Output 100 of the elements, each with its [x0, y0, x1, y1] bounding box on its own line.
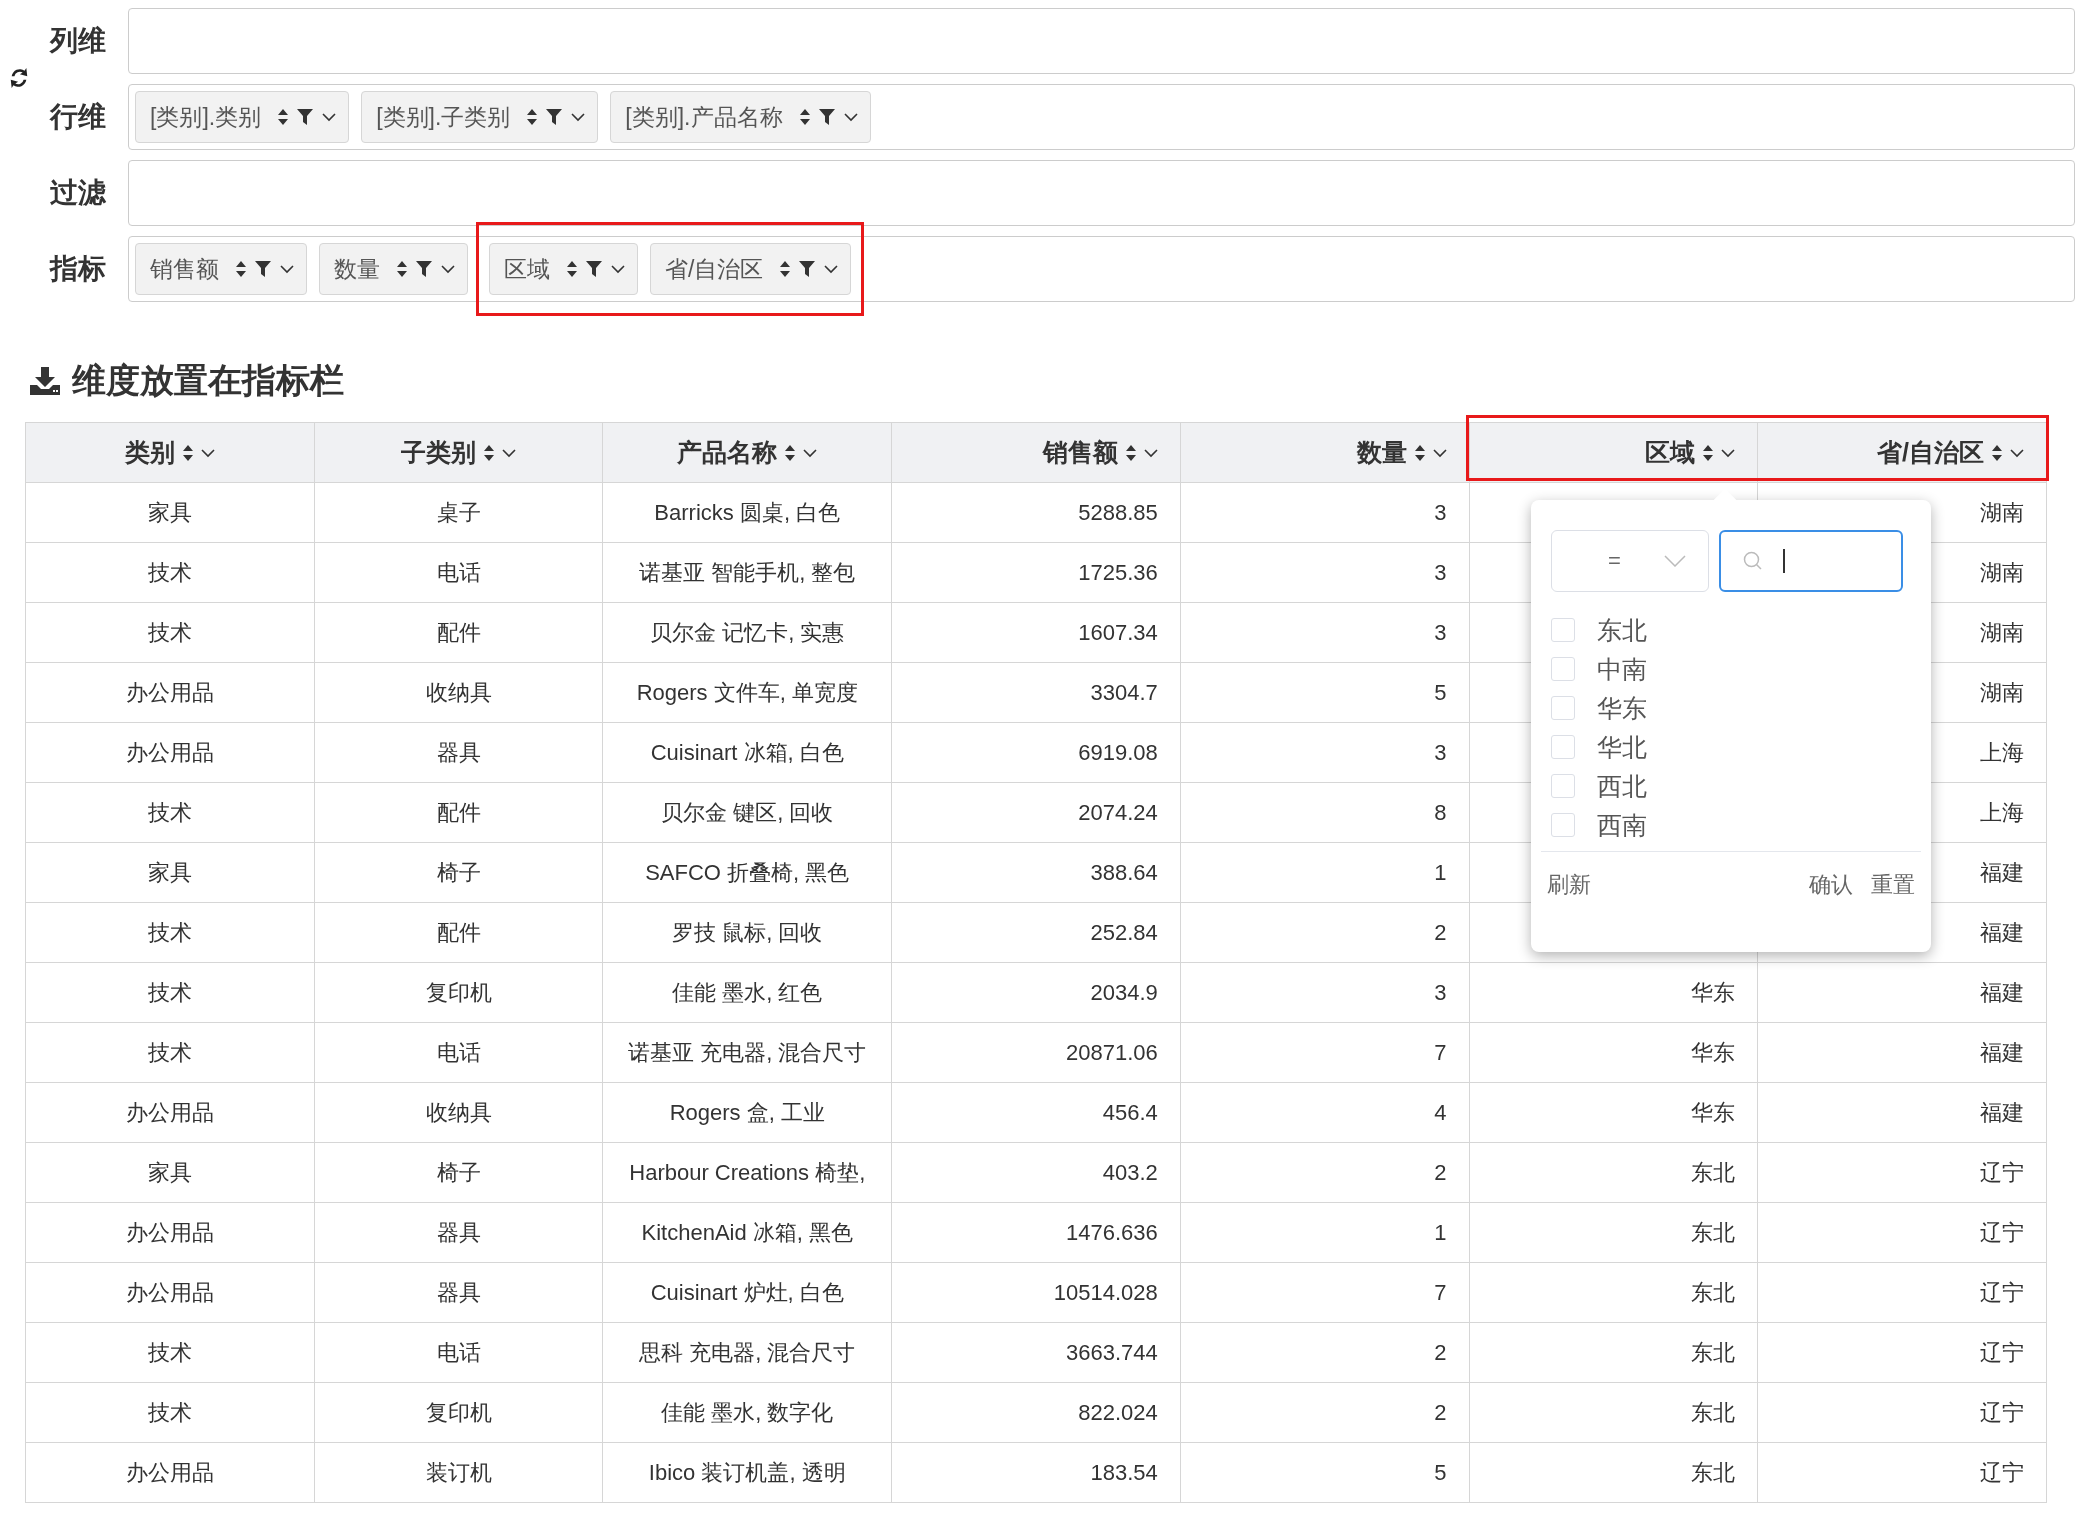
checkbox[interactable]	[1551, 813, 1575, 837]
table-cell: 福建	[1980, 979, 2024, 1005]
table-cell: 收纳具	[425, 1099, 492, 1125]
table-cell: 椅子	[436, 859, 481, 885]
table-cell: 2	[1434, 919, 1447, 945]
table-cell: 2034.9	[1090, 979, 1158, 1005]
search-field[interactable]	[1719, 530, 1903, 592]
caret-icon	[280, 264, 294, 274]
caret-icon	[200, 447, 215, 458]
table-cell: 办公用品	[125, 1279, 214, 1305]
checkbox[interactable]	[1551, 774, 1575, 798]
table-cell: 3304.7	[1090, 679, 1158, 705]
table-cell: 技术	[147, 559, 192, 585]
table-cell: Ibico 装订机盖, 透明	[648, 1459, 846, 1485]
table-cell: 湖南	[1980, 559, 2024, 585]
refresh-button[interactable]: 刷新	[1547, 870, 1591, 900]
table-cell: 1	[1434, 1219, 1447, 1245]
table-cell: 822.024	[1078, 1399, 1158, 1425]
table-cell: 家具	[147, 859, 192, 885]
table-cell: 华东	[1691, 979, 1736, 1005]
table-cell: 456.4	[1102, 1099, 1158, 1125]
caret-icon	[824, 264, 839, 274]
table-cell: 贝尔金 记忆卡, 实惠	[650, 619, 845, 645]
caret-icon	[803, 447, 818, 458]
reset-button[interactable]: 重置	[1871, 870, 1915, 900]
checkbox-option[interactable]: 中南	[1551, 655, 1911, 683]
field-chip[interactable]: [类别].子类别	[361, 91, 599, 143]
table-cell: 2074.24	[1078, 799, 1158, 825]
table-cell: 1	[1434, 859, 1447, 885]
table-cell: 技术	[147, 1039, 192, 1065]
table-cell: Cuisinart 炉灶, 白色	[650, 1279, 844, 1305]
table-cell: 福建	[1980, 859, 2024, 885]
sort-icon	[182, 444, 193, 461]
field-chip[interactable]: [类别].产品名称	[610, 91, 871, 143]
table-cell: 1725.36	[1078, 559, 1158, 585]
column-header[interactable]: 类别	[25, 422, 315, 483]
checkbox[interactable]	[1551, 696, 1575, 720]
sort-icon	[785, 444, 796, 461]
table-cell: 辽宁	[1980, 1279, 2024, 1305]
sort-icon	[780, 261, 791, 277]
table-cell: 东北	[1691, 1219, 1736, 1245]
field-chip[interactable]: [类别].类别	[135, 91, 350, 143]
table-cell: 办公用品	[125, 739, 214, 765]
table-cell: 东北	[1691, 1339, 1736, 1365]
sort-icon	[1414, 444, 1425, 461]
column-header[interactable]: 省/自治区	[1757, 422, 2047, 483]
caret-icon	[611, 264, 625, 274]
table-cell: 7	[1434, 1039, 1447, 1065]
checkbox-option[interactable]: 西南	[1551, 811, 1911, 839]
table-cell: 3	[1434, 619, 1447, 645]
filter-icon	[255, 261, 271, 277]
table-cell: 1607.34	[1078, 619, 1158, 645]
table-cell: 福建	[1980, 1039, 2024, 1065]
field-chip[interactable]: 数量	[319, 243, 468, 295]
table-cell: 复印机	[425, 1399, 492, 1425]
column-header[interactable]: 产品名称	[602, 422, 892, 483]
table-cell: 3	[1434, 979, 1447, 1005]
table-cell: 技术	[147, 1399, 192, 1425]
section-label: 行维	[48, 100, 107, 134]
checkbox-option[interactable]: 华东	[1551, 694, 1911, 722]
caret-icon	[2010, 447, 2024, 458]
table-cell: 办公用品	[125, 1459, 214, 1485]
table-cell: 3663.744	[1066, 1339, 1158, 1365]
field-chip[interactable]: 销售额	[135, 243, 307, 295]
operator-select[interactable]: =	[1551, 530, 1709, 592]
checkbox[interactable]	[1551, 618, 1575, 642]
table-cell: 收纳具	[425, 679, 492, 705]
confirm-button[interactable]: 确认	[1809, 870, 1853, 900]
checkbox-option[interactable]: 华北	[1551, 733, 1911, 761]
table-cell: 辽宁	[1980, 1339, 2024, 1365]
table-cell: 7	[1434, 1279, 1447, 1305]
field-chip[interactable]: 区域	[489, 243, 638, 295]
sort-icon	[236, 261, 246, 277]
table-cell: 辽宁	[1980, 1399, 2024, 1425]
caret-icon	[1721, 447, 1736, 458]
column-header[interactable]: 销售额	[891, 422, 1181, 483]
filter-icon	[416, 261, 432, 277]
table-cell: 椅子	[436, 1159, 481, 1185]
table-cell: 东北	[1691, 1279, 1736, 1305]
checkbox[interactable]	[1551, 657, 1575, 681]
table-cell: 5	[1434, 679, 1447, 705]
caret-icon	[441, 264, 455, 274]
column-header[interactable]: 区域	[1469, 422, 1758, 483]
field-chip[interactable]: 省/自治区	[650, 243, 852, 295]
column-header[interactable]: 子类别	[314, 422, 603, 483]
table-cell: 湖南	[1980, 619, 2024, 645]
checkbox-option[interactable]: 东北	[1551, 616, 1911, 644]
column-header[interactable]: 数量	[1180, 422, 1469, 483]
table-cell: 辽宁	[1980, 1219, 2024, 1245]
caret-icon	[843, 112, 858, 122]
table-cell: 福建	[1980, 919, 2024, 945]
table-cell: 技术	[147, 799, 192, 825]
table-cell: Rogers 盒, 工业	[669, 1099, 825, 1125]
checkbox[interactable]	[1551, 735, 1575, 759]
section-label: 指标	[48, 252, 107, 286]
table-cell: 辽宁	[1980, 1459, 2024, 1485]
table-cell: 403.2	[1102, 1159, 1158, 1185]
table-cell: 6919.08	[1078, 739, 1158, 765]
table-cell: 3	[1434, 499, 1447, 525]
checkbox-option[interactable]: 西北	[1551, 772, 1911, 800]
